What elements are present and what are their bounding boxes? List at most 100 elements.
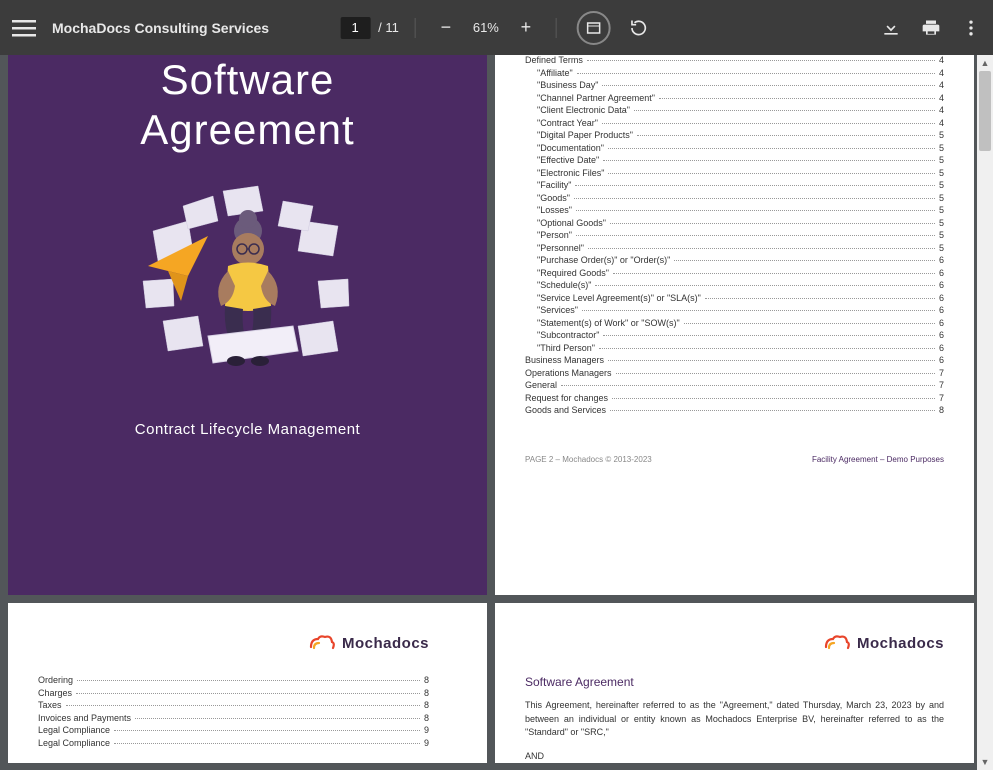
- agreement-and: AND: [525, 750, 944, 764]
- download-icon[interactable]: [881, 18, 901, 38]
- toc-term: "Purchase Order(s)" or "Order(s)": [537, 255, 670, 265]
- toc-page: 5: [939, 143, 944, 153]
- toc-item: "Purchase Order(s)" or "Order(s)"6: [525, 255, 944, 265]
- toc-dots: [114, 743, 420, 744]
- toc-term: "Goods": [537, 193, 570, 203]
- print-icon[interactable]: [921, 18, 941, 38]
- toc-page: 4: [939, 93, 944, 103]
- toc-term: "Services": [537, 305, 578, 315]
- toc-term: "Digital Paper Products": [537, 130, 633, 140]
- toc-term: "Statement(s) of Work" or "SOW(s)": [537, 318, 680, 328]
- toc-term: Invoices and Payments: [38, 713, 131, 723]
- toc-page: 6: [939, 293, 944, 303]
- toc-dots: [574, 198, 935, 199]
- pdf-toolbar: MochaDocs Consulting Services / 11 − 61%…: [0, 0, 993, 55]
- toc-item: Legal Compliance9: [38, 725, 429, 735]
- toc-item: Request for changes 7: [525, 393, 944, 403]
- toc-page: 5: [939, 193, 944, 203]
- zoom-in-button[interactable]: +: [512, 14, 540, 42]
- toc-term: Charges: [38, 688, 72, 698]
- toc-item: "Person"5: [525, 230, 944, 240]
- vertical-scrollbar[interactable]: ▲ ▼: [977, 55, 993, 770]
- mochadocs-logo: Mochadocs: [823, 633, 944, 653]
- toc-item: "Personnel"5: [525, 243, 944, 253]
- scroll-up-arrow[interactable]: ▲: [977, 55, 993, 71]
- toc-item: "Service Level Agreement(s)" or "SLA(s)"…: [525, 293, 944, 303]
- toc-dots: [587, 60, 935, 61]
- scroll-thumb[interactable]: [979, 71, 991, 151]
- toc-term: Legal Compliance: [38, 738, 110, 748]
- toc-term: Taxes: [38, 700, 62, 710]
- toc-term: General: [525, 380, 557, 390]
- menu-icon[interactable]: [12, 16, 36, 40]
- toc-item: "Required Goods"6: [525, 268, 944, 278]
- toc-term: Operations Managers: [525, 368, 612, 378]
- toc-term: "Business Day": [537, 80, 598, 90]
- toc-item: "Optional Goods"5: [525, 218, 944, 228]
- toc-dots: [684, 323, 935, 324]
- toc-item: "Subcontractor"6: [525, 330, 944, 340]
- toc-page: 7: [939, 393, 944, 403]
- toc-page: 5: [939, 130, 944, 140]
- toc-dots: [582, 310, 935, 311]
- toc-defined-terms: "Affiliate"4"Business Day"4"Channel Part…: [525, 68, 944, 353]
- toc-term: Request for changes: [525, 393, 608, 403]
- toc-item: "Effective Date"5: [525, 155, 944, 165]
- toc-term: "Client Electronic Data": [537, 105, 630, 115]
- page-number-input[interactable]: [340, 17, 370, 39]
- toc-page: 5: [939, 218, 944, 228]
- toc-page: 4: [939, 105, 944, 115]
- toc-term: "Facility": [537, 180, 571, 190]
- toc-page: 5: [939, 155, 944, 165]
- agreement-para1: This Agreement, hereinafter referred to …: [525, 699, 944, 740]
- scroll-down-arrow[interactable]: ▼: [977, 754, 993, 770]
- toc-dots: [588, 248, 935, 249]
- toc-sections: Business Managers6Operations Managers7Ge…: [525, 355, 944, 415]
- logo-text: Mochadocs: [857, 635, 944, 652]
- toc-page: 6: [939, 343, 944, 353]
- footer-right: Facility Agreement – Demo Purposes: [812, 455, 944, 464]
- pages-container: Software Agreement: [0, 55, 993, 770]
- toc-term: "Documentation": [537, 143, 604, 153]
- toc-heading: Defined Terms 4: [525, 55, 944, 65]
- toc-item: "Losses"5: [525, 205, 944, 215]
- toc-page: 8: [424, 675, 429, 685]
- toc-list: Defined Terms 4: [525, 55, 944, 65]
- toc-item: "Goods" 5: [525, 193, 944, 203]
- toc-page: 9: [424, 738, 429, 748]
- toc-term: "Contract Year": [537, 118, 598, 128]
- toc-dots: [610, 223, 935, 224]
- toc-page: 5: [939, 168, 944, 178]
- cover-title-line2: Agreement: [140, 106, 354, 153]
- zoom-out-button[interactable]: −: [432, 14, 460, 42]
- page-footer: PAGE 2 – Mochadocs © 2013-2023 Facility …: [525, 455, 944, 464]
- toc-heading-page: 4: [939, 55, 944, 65]
- toc-item: "Services"6: [525, 305, 944, 315]
- toc-dots: [613, 273, 935, 274]
- toc-dots: [561, 385, 935, 386]
- logo-text: Mochadocs: [342, 635, 429, 652]
- pdf-page-4: Mochadocs Software Agreement This Agreem…: [495, 603, 974, 763]
- toc-dots: [659, 98, 935, 99]
- toc-item: "Channel Partner Agreement"4: [525, 93, 944, 103]
- toc-page: 5: [939, 230, 944, 240]
- toolbar-right: [881, 18, 981, 38]
- fit-to-page-button[interactable]: [577, 11, 611, 45]
- document-title: MochaDocs Consulting Services: [52, 20, 269, 36]
- toc-item: "Third Person"6: [525, 343, 944, 353]
- toc-continued: Ordering8Charges8Taxes8Invoices and Paym…: [38, 675, 429, 748]
- toc-dots: [603, 160, 935, 161]
- rotate-button[interactable]: [625, 14, 653, 42]
- toc-item: "Digital Paper Products" 5: [525, 130, 944, 140]
- toc-page: 6: [939, 280, 944, 290]
- toc-page: 7: [939, 368, 944, 378]
- more-icon[interactable]: [961, 18, 981, 38]
- toc-page: 4: [939, 80, 944, 90]
- toc-term: "Losses": [537, 205, 572, 215]
- separator: [415, 18, 416, 38]
- toc-item: Operations Managers 7: [525, 368, 944, 378]
- toc-page: 7: [939, 380, 944, 390]
- toc-item: Legal Compliance 9: [38, 738, 429, 748]
- pdf-page-2: Defined Terms 4 "Affiliate"4"Business Da…: [495, 55, 974, 595]
- toc-dots: [616, 373, 935, 374]
